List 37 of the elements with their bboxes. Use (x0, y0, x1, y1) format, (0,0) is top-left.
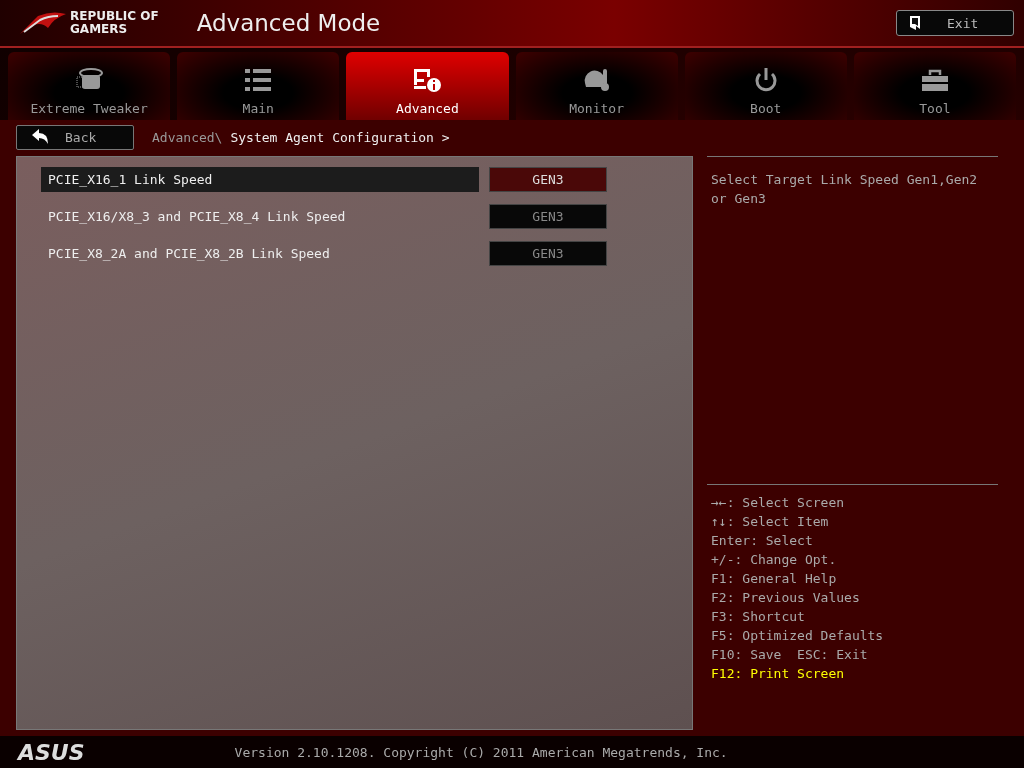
window-title: Advanced Mode (196, 10, 381, 36)
setting-value[interactable]: GEN3 (489, 204, 607, 229)
setting-value[interactable]: GEN3 (489, 167, 607, 192)
key-hint: F2: Previous Values (711, 589, 861, 607)
logo-text: GAMERS (70, 23, 129, 36)
exit-button[interactable]: Exit (896, 10, 1014, 36)
key-hint: F12: Print Screen (711, 665, 846, 683)
breadcrumb-parent: Advanced\ (152, 129, 223, 145)
key-hint: F10: Save ESC: Exit (711, 646, 869, 664)
key-hint: F3: Shortcut (711, 608, 806, 626)
tab[interactable]: Main (177, 52, 340, 120)
key-hint: →←: Select Screen (711, 494, 846, 512)
door-icon (909, 15, 921, 31)
logo-text: REPUBLIC OF (70, 10, 159, 23)
help-text: Select Target Link Speed Gen1,Gen2 or Gen3 (711, 171, 979, 208)
back-arrow-icon (31, 129, 49, 145)
key-hint: F5: Optimized Defaults (711, 627, 885, 645)
brand-logo: ASUS (18, 739, 85, 765)
setting-label[interactable]: PCIE_X16/X8_3 and PCIE_X8_4 Link Speed (41, 204, 479, 229)
list-icon (243, 67, 274, 93)
tab[interactable]: Monitor (515, 52, 678, 120)
key-hint: +/-: Change Opt. (711, 551, 838, 569)
screen-info-icon (412, 67, 443, 93)
back-button[interactable]: Back (16, 124, 134, 150)
tab[interactable]: Tool (853, 52, 1017, 120)
tab[interactable]: Advanced (346, 52, 509, 120)
key-hint: Enter: Select (711, 532, 814, 550)
tab[interactable]: Extreme Tweaker (8, 52, 171, 120)
key-hint: ↑↓: Select Item (711, 513, 830, 531)
version-text: Version 2.10.1208. Copyright (C) 2011 American Megatrends, Inc. (234, 744, 728, 760)
toolbox-icon (919, 67, 950, 93)
breadcrumb-current: System Agent Configuration > (230, 129, 450, 145)
setting-label[interactable]: PCIE_X8_2A and PCIE_X8_2B Link Speed (41, 241, 479, 266)
setting-label[interactable]: PCIE_X16_1 Link Speed (41, 167, 479, 192)
key-hint: F1: General Help (711, 570, 838, 588)
setting-value[interactable]: GEN3 (489, 241, 607, 266)
tab[interactable]: Boot (684, 52, 847, 120)
